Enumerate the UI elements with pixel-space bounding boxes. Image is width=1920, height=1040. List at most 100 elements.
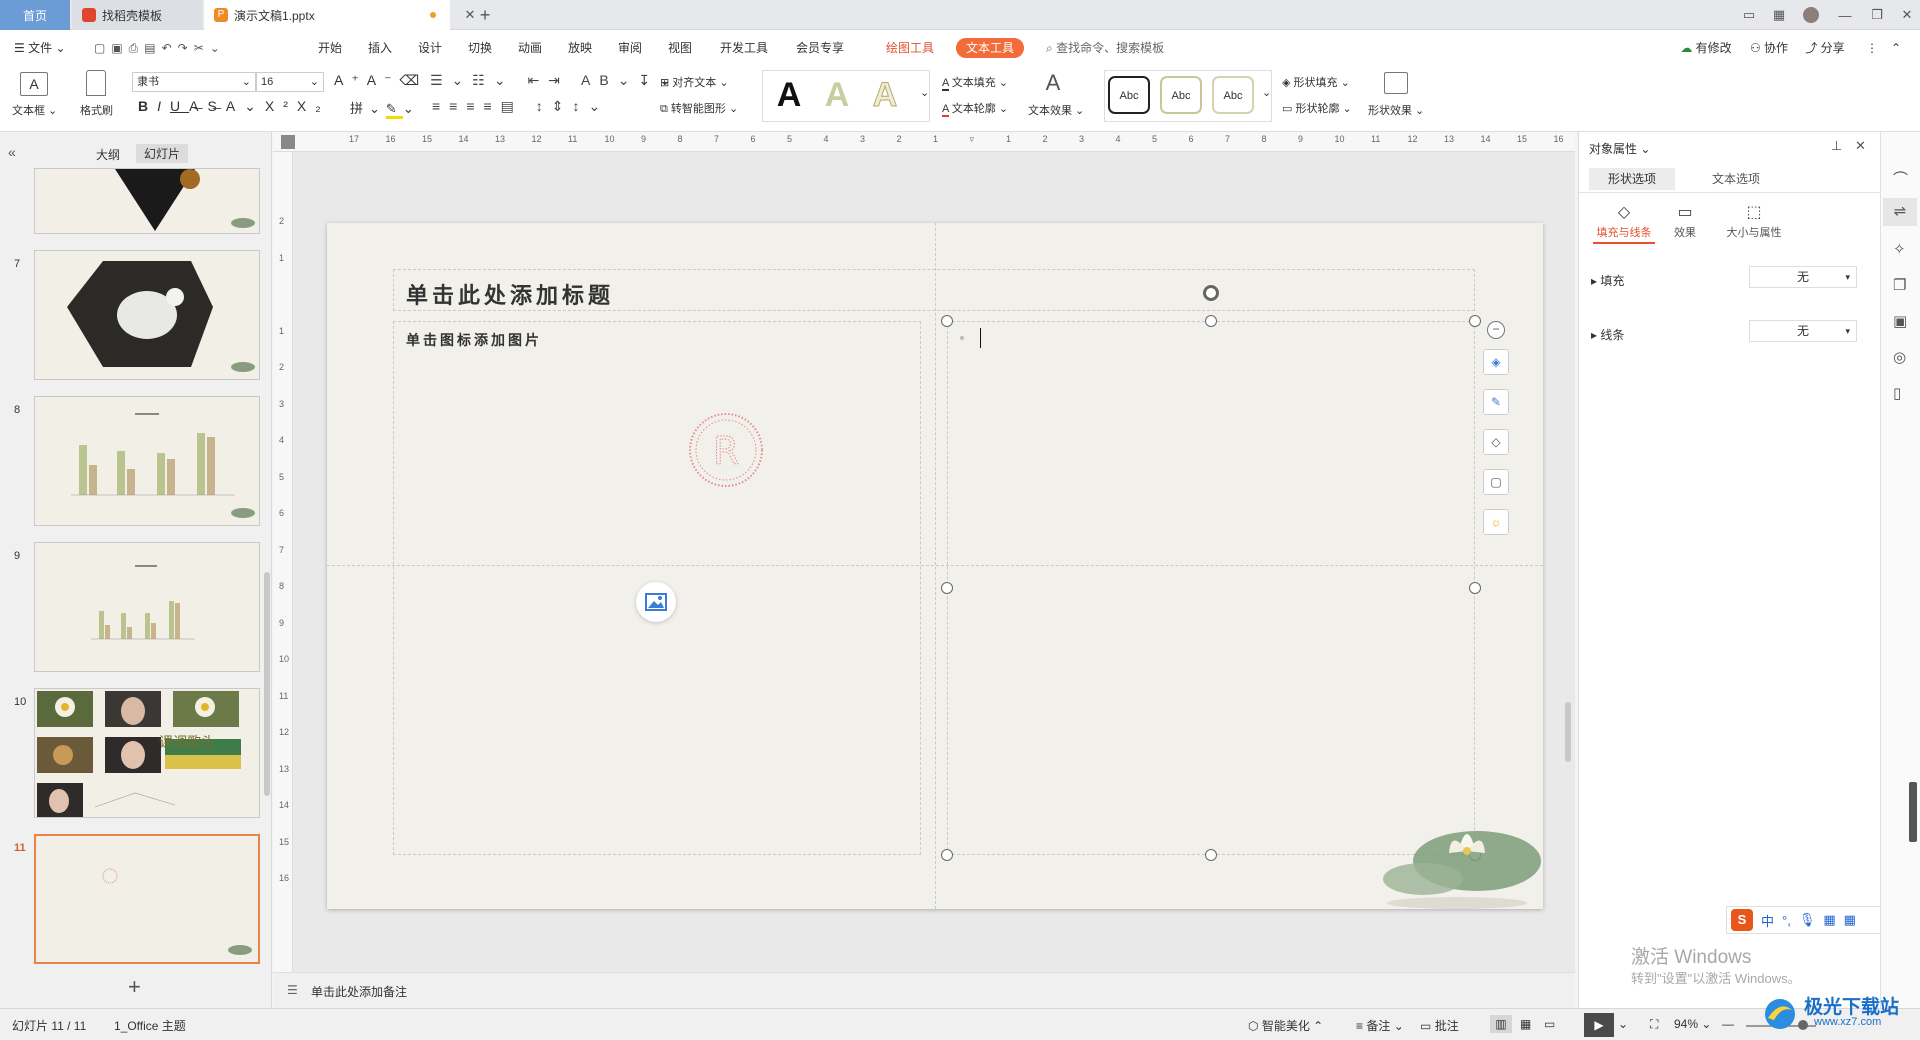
resize-handle-tl[interactable]: [941, 315, 953, 327]
restore-icon[interactable]: ❐: [1862, 0, 1892, 30]
char-spacing-highlight[interactable]: 拼⌄✎⌄: [350, 98, 420, 119]
font-size-select[interactable]: 16 ⌄: [256, 72, 324, 92]
smart-beautify-button[interactable]: ⬡ 智能美化 ⌃: [1248, 1017, 1323, 1034]
fill-icon[interactable]: ◇: [1483, 429, 1509, 455]
panel-close-icon[interactable]: ✕: [1855, 138, 1866, 154]
text-fill-button[interactable]: A 文本填充 ⌄: [942, 74, 1008, 91]
file-menu[interactable]: ☰ 文件 ⌄: [14, 38, 78, 58]
subtab-effect[interactable]: ▭ 效果: [1665, 202, 1705, 240]
wordart-style-2[interactable]: A: [814, 72, 860, 118]
side-scroll-tab[interactable]: [1909, 782, 1917, 842]
subtab-fill-line[interactable]: ◇ 填充与线条: [1593, 202, 1655, 244]
slide-canvas[interactable]: 单击此处添加标题 单击图标添加图片 R − ◈ ✎ ◇ ▢ ☼: [327, 223, 1543, 909]
wordart-style-3[interactable]: A: [862, 72, 908, 118]
avatar[interactable]: [1796, 0, 1826, 30]
collapse-panel-icon[interactable]: «: [8, 144, 16, 160]
quick-access-toolbar[interactable]: ▢▣⎙▤↶↷✂⌄: [94, 38, 284, 58]
collapse-tools-icon[interactable]: −: [1487, 321, 1505, 339]
slide-thumbnail-7[interactable]: [34, 250, 260, 380]
minimize-icon[interactable]: —: [1830, 0, 1860, 30]
picture-placeholder[interactable]: 单击图标添加图片 R: [393, 321, 921, 855]
format-painter-button[interactable]: 格式刷: [80, 102, 113, 118]
resize-handle-ml[interactable]: [941, 582, 953, 594]
subtab-size[interactable]: ⬚ 大小与属性: [1719, 202, 1789, 240]
notes-button[interactable]: ≡ 备注 ⌄: [1356, 1017, 1404, 1034]
editor-scrollbar-thumb[interactable]: [1565, 702, 1571, 762]
search-command[interactable]: ⌕ 查找命令、搜索模板: [1046, 38, 1176, 58]
normal-view-icon[interactable]: ▥: [1490, 1015, 1512, 1033]
alignment-buttons[interactable]: ≡≡≡≡▤ ↕⇕↕⌄: [432, 98, 609, 115]
smart-shape-button[interactable]: ⧉ 转智能图形 ⌄: [660, 100, 738, 116]
share-button[interactable]: ⤴ 分享: [1800, 38, 1850, 58]
resize-handle-bl[interactable]: [941, 849, 953, 861]
notes-bar[interactable]: ☰ 单击此处添加备注: [273, 972, 1575, 1008]
frame-icon[interactable]: ▢: [1483, 469, 1509, 495]
shape-effect-icon[interactable]: [1384, 72, 1408, 94]
shape-style-2[interactable]: Abc: [1160, 76, 1202, 114]
toolstrip-image-icon[interactable]: ▣: [1893, 312, 1907, 330]
tab-text-options[interactable]: 文本选项: [1693, 168, 1779, 190]
text-effect-icon[interactable]: A: [1040, 70, 1066, 96]
shape-fill-button[interactable]: ◈ 形状填充 ⌄: [1282, 74, 1350, 90]
fit-window-icon[interactable]: ⛶: [1650, 1017, 1658, 1032]
menu-slideshow[interactable]: 放映: [562, 38, 598, 58]
textbox-icon[interactable]: A: [20, 72, 48, 96]
editor-scrollbar[interactable]: [1563, 162, 1573, 952]
window-close-icon[interactable]: ✕: [1892, 0, 1920, 30]
tab-shape-options[interactable]: 形状选项: [1589, 168, 1675, 190]
ime-toolbar[interactable]: S 中 °, 🎙 ▦ ▦: [1726, 906, 1882, 934]
menu-design[interactable]: 设计: [412, 38, 448, 58]
tab-slides[interactable]: 幻灯片: [136, 144, 189, 163]
slide-thumbnail-10[interactable]: 课调歌头: [34, 688, 260, 818]
resize-handle-bm[interactable]: [1205, 849, 1217, 861]
text-outline-button[interactable]: A 文本轮廓 ⌄: [942, 100, 1008, 117]
more-menu-icon[interactable]: ⋮: [1864, 38, 1880, 58]
slide-sorter-icon[interactable]: ▦: [1520, 1017, 1531, 1031]
layout-icon[interactable]: ▭: [1734, 0, 1764, 30]
theme-name[interactable]: 1_Office 主题: [114, 1017, 186, 1034]
slide-thumbnail-11[interactable]: [34, 834, 260, 964]
menu-start[interactable]: 开始: [312, 38, 348, 58]
reading-view-icon[interactable]: ▭: [1544, 1017, 1555, 1031]
menu-review[interactable]: 审阅: [612, 38, 648, 58]
zoom-value[interactable]: 94% ⌄: [1674, 1017, 1711, 1031]
textbox-button[interactable]: 文本框 ⌄: [12, 102, 57, 118]
shape-style-1[interactable]: Abc: [1108, 76, 1150, 114]
menu-member[interactable]: 会员专享: [792, 38, 848, 58]
menu-transition[interactable]: 切换: [462, 38, 498, 58]
toolstrip-animation-icon[interactable]: ✧: [1893, 240, 1906, 258]
menu-text-tools[interactable]: 文本工具: [956, 38, 1025, 58]
slide-thumbnail-6[interactable]: [34, 168, 260, 234]
rotate-handle-icon[interactable]: [1203, 285, 1219, 301]
wordart-style-1[interactable]: A: [766, 72, 812, 118]
pin-icon[interactable]: ⊥: [1831, 138, 1842, 154]
fill-select[interactable]: 无 ▾: [1749, 266, 1857, 288]
toolstrip-properties-icon[interactable]: ⇌: [1883, 198, 1917, 226]
slide-thumbnail-8[interactable]: [34, 396, 260, 526]
menu-insert[interactable]: 插入: [362, 38, 398, 58]
apps-grid-icon[interactable]: ▦: [1764, 0, 1794, 30]
line-section[interactable]: ▸ 线条: [1591, 326, 1624, 343]
tab-outline[interactable]: 大纲: [96, 146, 120, 163]
shape-outline-button[interactable]: ▭ 形状轮廓 ⌄: [1282, 100, 1352, 116]
pen-icon[interactable]: ✎: [1483, 389, 1509, 415]
collaborate-button[interactable]: ⚇ 协作: [1744, 38, 1794, 58]
shape-style-3[interactable]: Abc: [1212, 76, 1254, 114]
layers-icon[interactable]: ◈: [1483, 349, 1509, 375]
font-style-buttons[interactable]: BIUA̶S̶A⌄X²X₂: [138, 98, 330, 115]
resize-handle-tm[interactable]: [1205, 315, 1217, 327]
insert-picture-button[interactable]: [636, 582, 676, 622]
slide-thumbnail-9[interactable]: [34, 542, 260, 672]
resize-handle-tr[interactable]: [1469, 315, 1481, 327]
play-options-icon[interactable]: ⌄: [1618, 1017, 1628, 1031]
text-effect-button[interactable]: 文本效果 ⌄: [1028, 102, 1084, 118]
resize-handle-mr[interactable]: [1469, 582, 1481, 594]
comments-button[interactable]: ▭ 批注: [1420, 1017, 1459, 1034]
shape-style-more-icon[interactable]: ⌄: [1262, 86, 1271, 99]
font-family-select[interactable]: 隶书 ⌄: [132, 72, 256, 92]
shape-effect-button[interactable]: 形状效果 ⌄: [1368, 102, 1424, 118]
zoom-out-icon[interactable]: —: [1722, 1017, 1734, 1031]
tab-template[interactable]: 找稻壳模板: [72, 0, 202, 30]
new-tab-icon[interactable]: +: [470, 0, 500, 30]
title-placeholder[interactable]: 单击此处添加标题: [393, 269, 1475, 311]
